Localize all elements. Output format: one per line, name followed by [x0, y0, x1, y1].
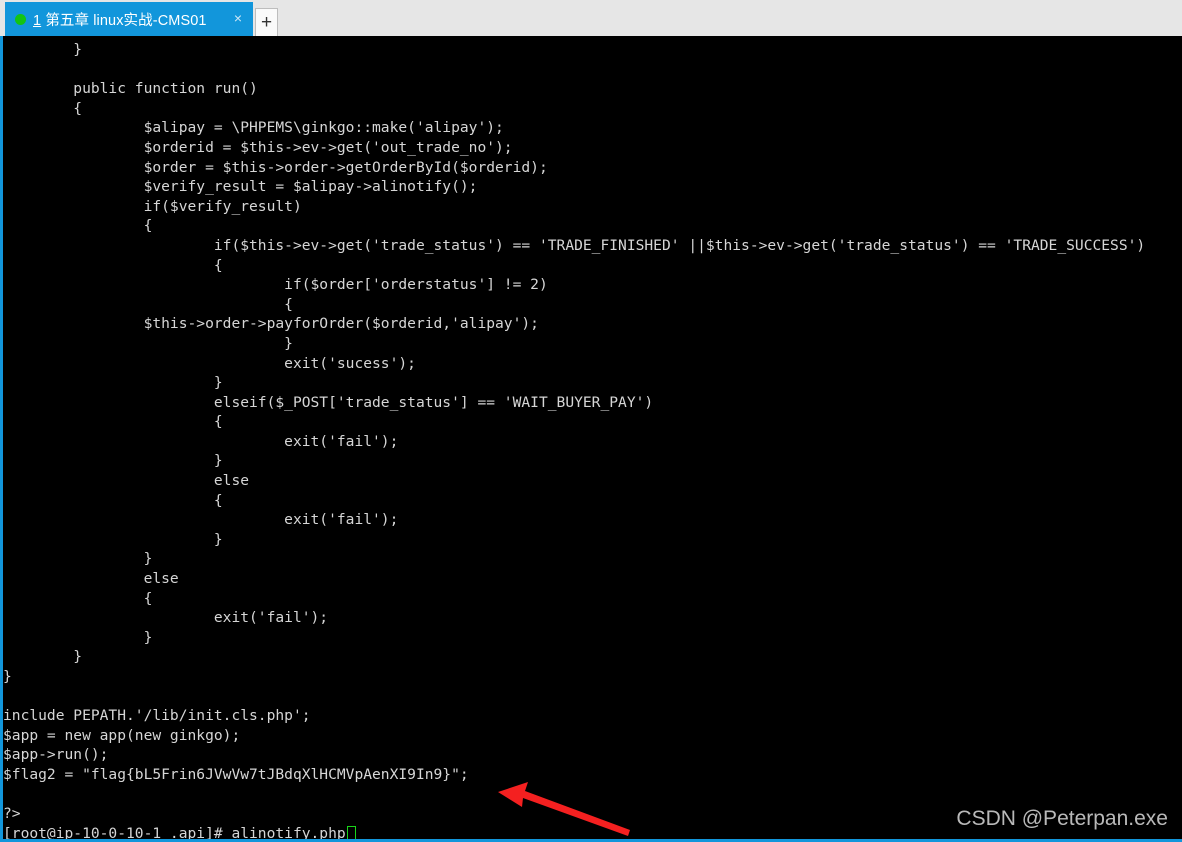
- shell-prompt: [root@ip-10-0-10-1 .api]# alinotify.php: [3, 824, 346, 842]
- close-icon[interactable]: ×: [229, 9, 247, 29]
- terminal-line: }: [3, 648, 83, 666]
- tab-title-text: 第五章 linux实战-CMS01: [45, 12, 207, 29]
- terminal-line: $this->order->payforOrder($orderid,'alip…: [3, 315, 539, 333]
- terminal-line: {: [3, 99, 83, 117]
- terminal-line: $app = new app(new ginkgo);: [3, 726, 241, 744]
- terminal-line: else: [3, 570, 179, 588]
- terminal-line: if($verify_result): [3, 197, 302, 215]
- terminal-line: public function run(): [3, 80, 258, 98]
- app-window: 1 第五章 linux实战-CMS01 × + } public functio…: [0, 0, 1182, 842]
- tab-title: 1 第五章 linux实战-CMS01: [33, 9, 222, 30]
- terminal-line: }: [3, 530, 223, 548]
- terminal-session-tab[interactable]: 1 第五章 linux实战-CMS01 ×: [5, 2, 253, 36]
- terminal-line: $orderid = $this->ev->get('out_trade_no'…: [3, 138, 513, 156]
- terminal-line: if($order['orderstatus'] != 2): [3, 276, 548, 294]
- terminal-line: $order = $this->order->getOrderById($ord…: [3, 158, 548, 176]
- terminal-line: {: [3, 256, 223, 274]
- terminal-line: $alipay = \PHPEMS\ginkgo::make('alipay')…: [3, 119, 504, 137]
- terminal-line: {: [3, 491, 223, 509]
- terminal-line: include PEPATH.'/lib/init.cls.php';: [3, 707, 311, 725]
- terminal-line: {: [3, 413, 223, 431]
- watermark-text: CSDN @Peterpan.exe: [956, 807, 1168, 830]
- terminal-line: if($this->ev->get('trade_status') == 'TR…: [3, 236, 1146, 254]
- terminal-line: }: [3, 452, 223, 470]
- terminal-line: }: [3, 628, 153, 646]
- terminal-line: exit('sucess');: [3, 354, 416, 372]
- terminal-pane[interactable]: } public function run() { $alipay = \PHP…: [0, 36, 1182, 842]
- terminal-line: $verify_result = $alipay->alinotify();: [3, 178, 478, 196]
- terminal-line: }: [3, 334, 293, 352]
- terminal-output: } public function run() { $alipay = \PHP…: [3, 36, 1182, 842]
- terminal-line: }: [3, 374, 223, 392]
- terminal-line: {: [3, 295, 293, 313]
- tab-index: 1: [33, 12, 42, 29]
- connection-status-dot: [15, 13, 26, 25]
- new-tab-button[interactable]: +: [255, 8, 278, 36]
- terminal-line: exit('fail');: [3, 511, 399, 529]
- terminal-line: }: [3, 41, 83, 58]
- text-cursor: [346, 825, 356, 839]
- terminal-line: exit('fail');: [3, 432, 399, 450]
- terminal-line: elseif($_POST['trade_status'] == 'WAIT_B…: [3, 393, 654, 411]
- terminal-line: {: [3, 589, 153, 607]
- terminal-line: else: [3, 472, 250, 490]
- terminal-line: }: [3, 668, 12, 685]
- terminal-line: $app->run();: [3, 746, 109, 764]
- terminal-line-flag: $flag2 = "flag{bL5Frin6JVwVw7tJBdqXlHCMV…: [3, 765, 469, 783]
- terminal-line: {: [3, 217, 153, 235]
- terminal-line: }: [3, 550, 153, 568]
- terminal-line: exit('fail');: [3, 609, 329, 627]
- tab-bar: 1 第五章 linux实战-CMS01 × +: [0, 0, 1182, 36]
